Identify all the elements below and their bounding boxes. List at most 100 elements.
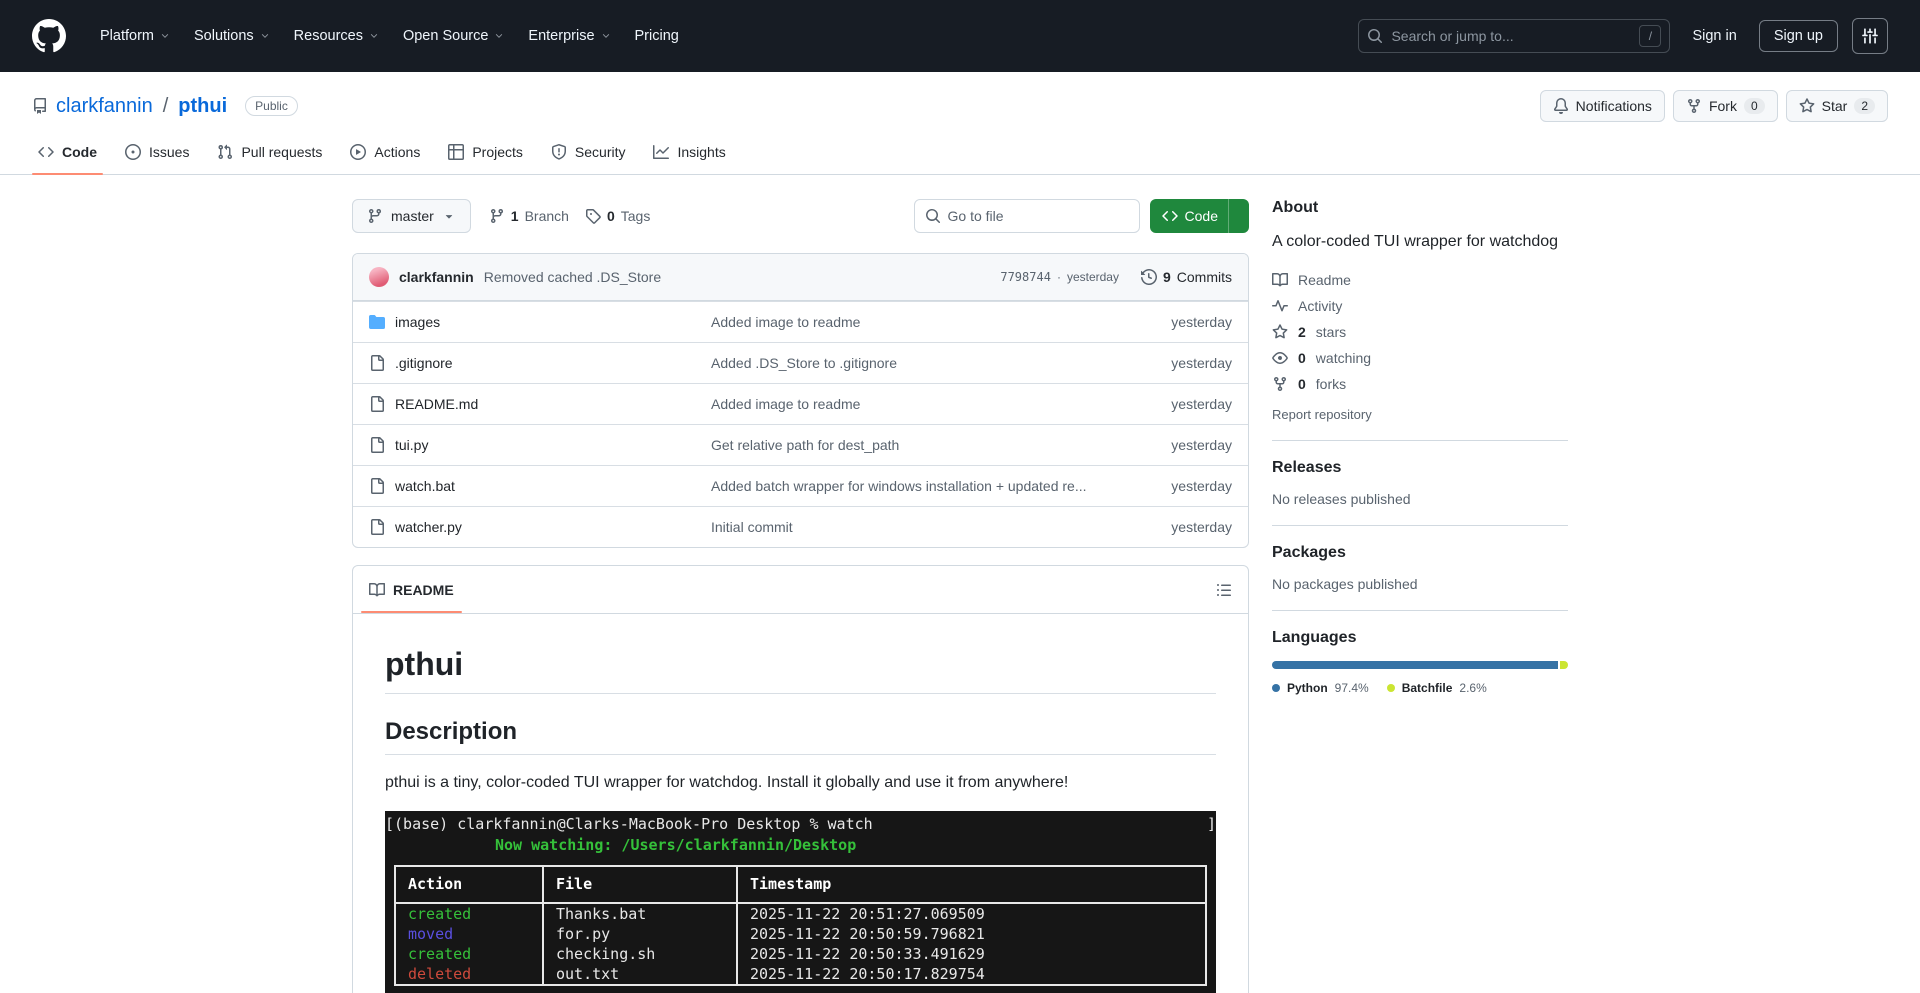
nav-label: Platform <box>100 28 154 44</box>
star-label: Star <box>1821 98 1848 114</box>
sign-in-link[interactable]: Sign in <box>1684 22 1744 50</box>
search-input[interactable] <box>1391 28 1632 44</box>
site-header: Platform Solutions Resources Open Source… <box>0 0 1920 72</box>
code-dropdown-button[interactable]: Code <box>1149 199 1249 233</box>
nav-label: Open Source <box>402 28 489 44</box>
branch-selector[interactable]: master <box>352 199 471 233</box>
tags-link[interactable]: 0 Tags <box>585 208 650 224</box>
sidebar-item-watching[interactable]: 0 watching <box>1272 345 1568 371</box>
nav-label: Resources <box>293 28 363 44</box>
list-unordered-icon <box>1217 583 1231 596</box>
file-name-link[interactable]: watch.bat <box>395 478 455 494</box>
about-description: A color-coded TUI wrapper for watchdog <box>1272 233 1559 250</box>
notifications-button[interactable]: Notifications <box>1539 90 1665 122</box>
go-to-file-input[interactable] <box>947 208 1129 224</box>
latest-commit-bar: clarkfannin Removed cached .DS_Store 779… <box>353 254 1248 301</box>
tab-pull-requests[interactable]: Pull requests <box>207 132 332 174</box>
file-name-link[interactable]: .gitignore <box>395 355 453 371</box>
timestamp-cell: 2025-11-22 20:50:33.491629 <box>736 944 1207 964</box>
table-row[interactable]: watch.bat Added batch wrapper for window… <box>353 465 1248 506</box>
file-commit-message[interactable]: Added image to readme <box>711 314 1112 330</box>
language-percent: 97.4% <box>1334 681 1369 696</box>
tab-readme[interactable]: README <box>353 566 470 613</box>
pull-request-icon <box>218 144 233 160</box>
terminal-prompt-line: [(base) clarkfannin@Clarks-MacBook-Pro D… <box>385 814 1216 835</box>
file-commit-date: yesterday <box>1171 396 1232 412</box>
repo-header: clarkfannin / pthui Public Notifications… <box>0 72 1920 132</box>
file-commit-message[interactable]: Added .DS_Store to .gitignore <box>711 355 1112 371</box>
language-item-python[interactable]: Python 97.4% <box>1272 681 1369 695</box>
sign-up-button[interactable]: Sign up <box>1758 20 1838 52</box>
tab-issues[interactable]: Issues <box>115 132 199 174</box>
tab-insights[interactable]: Insights <box>643 132 735 174</box>
commits-count: 9 <box>1162 269 1171 285</box>
sidebar-item-readme[interactable]: Readme <box>1272 267 1568 293</box>
outline-button[interactable] <box>1208 574 1240 606</box>
settings-sliders-button[interactable] <box>1852 18 1888 54</box>
repo-icon <box>34 98 46 114</box>
tab-actions[interactable]: Actions <box>340 132 430 174</box>
divider <box>1272 610 1568 612</box>
file-commit-message[interactable]: Initial commit <box>711 519 1112 535</box>
tab-code[interactable]: Code <box>28 132 107 175</box>
table-row[interactable]: tui.py Get relative path for dest_path y… <box>353 424 1248 465</box>
primary-nav: Platform Solutions Resources Open Source… <box>90 20 1342 52</box>
table-row[interactable]: .gitignore Added .DS_Store to .gitignore… <box>353 342 1248 383</box>
branches-label: Branch <box>524 208 569 224</box>
readme-tab-label: README <box>393 581 454 598</box>
file-commit-message[interactable]: Get relative path for dest_path <box>711 437 1112 453</box>
avatar[interactable] <box>369 267 389 287</box>
readme-body: pthui Description pthui is a tiny, color… <box>353 614 1248 993</box>
tab-security[interactable]: Security <box>541 132 636 174</box>
terminal-table-header: Action File Timestamp <box>394 865 1207 904</box>
sidebar-item-stars[interactable]: 2 stars <box>1272 319 1568 345</box>
action-cell: created <box>394 903 544 924</box>
branches-link[interactable]: 1 Branch <box>489 208 569 224</box>
fork-button[interactable]: Fork 0 <box>1672 90 1778 122</box>
report-repository-link[interactable]: Report repository <box>1272 407 1568 422</box>
star-button[interactable]: Star 2 <box>1785 90 1888 122</box>
nav-item-solutions[interactable]: Solutions <box>184 20 280 52</box>
global-search[interactable]: / <box>1358 19 1671 53</box>
table-row[interactable]: watcher.py Initial commit yesterday <box>353 506 1248 547</box>
file-name-link[interactable]: images <box>395 314 440 330</box>
file-commit-date: yesterday <box>1171 314 1232 330</box>
tab-label: Pull requests <box>241 144 323 160</box>
nav-item-open-source[interactable]: Open Source <box>393 20 514 52</box>
tab-projects[interactable]: Projects <box>438 132 533 174</box>
commit-date: yesterday <box>1066 270 1119 284</box>
nav-item-pricing[interactable]: Pricing <box>625 20 689 52</box>
file-name-link[interactable]: tui.py <box>395 437 428 453</box>
sidebar-item-forks[interactable]: 0 forks <box>1272 371 1568 397</box>
nav-item-enterprise[interactable]: Enterprise <box>518 20 620 52</box>
repo-name-link[interactable]: pthui <box>178 95 227 118</box>
language-item-batchfile[interactable]: Batchfile 2.6% <box>1386 681 1487 695</box>
github-logo-icon[interactable] <box>32 19 66 53</box>
file-name-link[interactable]: watcher.py <box>395 519 462 535</box>
tab-label: Security <box>574 144 626 160</box>
pulse-icon <box>1272 300 1288 312</box>
nav-item-platform[interactable]: Platform <box>90 20 180 52</box>
column-header: File <box>542 865 738 904</box>
commit-message-link[interactable]: Removed cached .DS_Store <box>484 269 991 285</box>
packages-empty-text: No packages published <box>1272 576 1418 593</box>
repo-owner-link[interactable]: clarkfannin <box>56 95 153 118</box>
tab-label: Insights <box>677 144 726 160</box>
commit-author-link[interactable]: clarkfannin <box>399 269 474 285</box>
commit-sha[interactable]: 7798744 <box>1000 270 1051 284</box>
table-row[interactable]: images Added image to readme yesterday <box>353 301 1248 342</box>
file-name-link[interactable]: README.md <box>395 396 478 412</box>
chevron-down-icon <box>370 34 378 38</box>
search-shortcut-key: / <box>1639 25 1662 47</box>
file-commit-message[interactable]: Added image to readme <box>711 396 1112 412</box>
go-to-file-box[interactable] <box>913 199 1140 233</box>
nav-item-resources[interactable]: Resources <box>284 20 389 52</box>
history-icon <box>1140 269 1157 285</box>
table-row[interactable]: README.md Added image to readme yesterda… <box>353 383 1248 424</box>
commit-history-link[interactable]: 9 Commits <box>1140 269 1232 285</box>
sidebar-item-activity[interactable]: Activity <box>1272 293 1568 319</box>
file-commit-message[interactable]: Added batch wrapper for windows installa… <box>711 478 1112 494</box>
languages-title: Languages <box>1272 629 1357 647</box>
file-cell: checking.sh <box>542 944 738 964</box>
issue-opened-icon <box>125 144 141 160</box>
